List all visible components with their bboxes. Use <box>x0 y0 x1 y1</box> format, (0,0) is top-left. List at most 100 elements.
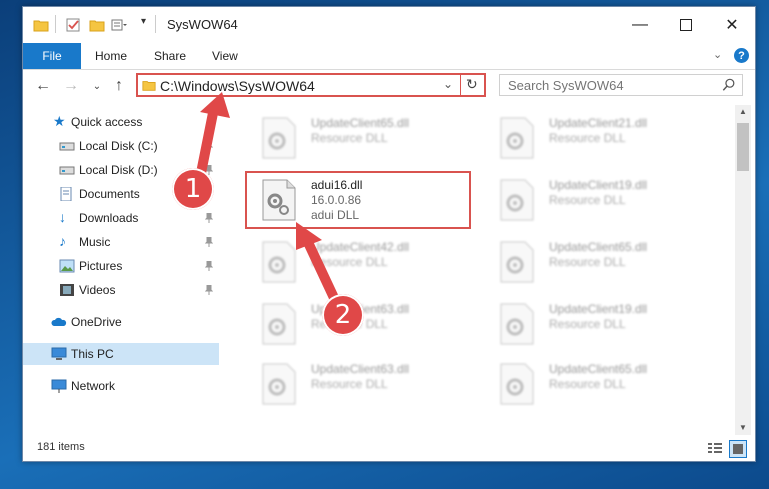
close-icon: ✕ <box>725 17 739 34</box>
tab-view[interactable]: View <box>212 43 238 69</box>
dll-file-icon <box>500 241 534 283</box>
vertical-scrollbar[interactable]: ▲ ▼ <box>735 105 751 435</box>
back-button[interactable]: ← <box>33 76 53 96</box>
sidebar-item-label: Quick access <box>71 115 143 129</box>
minimize-button[interactable]: — <box>617 7 663 43</box>
pin-icon[interactable] <box>205 285 213 295</box>
address-path[interactable]: C:\Windows\SysWOW64 <box>160 78 315 94</box>
file-item[interactable]: UpdateClient21.dll Resource DLL <box>485 111 709 167</box>
up-arrow-icon: ↑ <box>115 77 123 94</box>
sidebar-item-label: Documents <box>79 187 140 201</box>
downloads-icon: ↓ <box>59 209 66 225</box>
chevron-down-icon[interactable]: ▾ <box>141 16 146 27</box>
scroll-up-icon[interactable]: ▲ <box>739 107 747 116</box>
sidebar-item-label: Music <box>79 235 111 249</box>
divider <box>155 15 156 33</box>
chevron-down-icon: ⌄ <box>92 80 102 92</box>
status-bar: 181 items <box>23 435 755 461</box>
file-item[interactable]: UpdateClient65.dll Resource DLL <box>247 111 471 167</box>
this-pc-icon <box>51 347 67 360</box>
scroll-down-icon[interactable]: ▼ <box>739 423 747 432</box>
highlight-box <box>245 171 471 229</box>
recent-locations-button[interactable]: ⌄ <box>87 76 107 96</box>
forward-arrow-icon: → <box>63 77 79 94</box>
ribbon-tabs: File Home Share View ⌄ ? <box>23 43 755 70</box>
new-folder-icon[interactable] <box>89 17 105 33</box>
tab-home[interactable]: Home <box>95 43 127 69</box>
file-item[interactable]: UpdateClient19.dll Resource DLL <box>485 297 709 353</box>
search-input[interactable] <box>506 77 710 94</box>
tab-file[interactable]: File <box>23 43 81 69</box>
star-icon: ★ <box>53 113 66 129</box>
sidebar-item-network[interactable]: Network <box>23 375 219 397</box>
file-type: Resource DLL <box>549 193 626 207</box>
folder-icon <box>142 81 156 91</box>
file-item[interactable]: UpdateClient65.dll Resource DLL <box>485 235 709 291</box>
customize-icon[interactable] <box>111 17 127 33</box>
up-button[interactable]: ↑ <box>109 76 129 96</box>
sidebar-item-local-disk-c[interactable]: Local Disk (C:) <box>23 135 219 157</box>
sidebar-item-this-pc[interactable]: This PC <box>23 343 219 365</box>
details-view-icon[interactable] <box>707 441 723 455</box>
minimize-icon: — <box>632 16 648 33</box>
file-name: UpdateClient65.dll <box>549 362 648 376</box>
callout-2: 2 <box>322 294 364 336</box>
divider <box>55 15 56 33</box>
file-name: UpdateClient19.dll <box>549 302 648 316</box>
sidebar-item-label: Local Disk (D:) <box>79 163 158 177</box>
sidebar-item-music[interactable]: ♪ Music <box>23 231 219 253</box>
navigation-bar: ← → ⌄ ↑ C:\Windows\SysWOW64 ⌄ ↻ <box>23 70 755 102</box>
expand-ribbon-icon[interactable]: ⌄ <box>713 48 722 61</box>
dll-file-icon <box>262 303 296 345</box>
file-name: UpdateClient42.dll <box>311 240 410 254</box>
sidebar-item-onedrive[interactable]: OneDrive <box>23 311 219 333</box>
navigation-pane: ★ Quick access Local Disk (C:) Local Dis… <box>23 105 219 435</box>
sidebar-item-downloads[interactable]: ↓ Downloads <box>23 207 219 229</box>
sidebar-item-pictures[interactable]: Pictures <box>23 255 219 277</box>
file-type: Resource DLL <box>549 377 626 391</box>
address-dropdown-icon[interactable]: ⌄ <box>443 77 453 91</box>
explorer-window: ▾ SysWOW64 — ✕ File Home Share View ⌄ ? … <box>22 6 756 462</box>
drive-icon <box>59 166 75 175</box>
sidebar-item-label: This PC <box>71 347 114 361</box>
file-type: Resource DLL <box>311 131 388 145</box>
file-name: UpdateClient21.dll <box>549 116 648 130</box>
large-icons-view-icon[interactable] <box>729 440 747 458</box>
item-count: 181 items <box>37 441 85 453</box>
sidebar-item-videos[interactable]: Videos <box>23 279 219 301</box>
sidebar-item-quick-access[interactable]: ★ Quick access <box>23 111 219 133</box>
pin-icon[interactable] <box>205 237 213 247</box>
file-item[interactable]: UpdateClient65.dll Resource DLL <box>485 357 709 413</box>
tab-share[interactable]: Share <box>154 43 186 69</box>
scrollbar-thumb[interactable] <box>737 123 749 171</box>
file-type: Resource DLL <box>549 131 626 145</box>
folder-icon[interactable] <box>33 17 49 33</box>
window-title: SysWOW64 <box>167 17 238 32</box>
title-bar: ▾ SysWOW64 — ✕ <box>23 7 755 43</box>
forward-button[interactable]: → <box>61 76 81 96</box>
file-item[interactable]: UpdateClient42.dll Resource DLL <box>247 235 471 291</box>
file-name: UpdateClient63.dll <box>311 362 410 376</box>
dll-file-icon <box>500 303 534 345</box>
file-type: Resource DLL <box>549 317 626 331</box>
help-icon[interactable]: ? <box>734 48 749 63</box>
search-box[interactable] <box>499 74 743 96</box>
dll-file-icon <box>262 241 296 283</box>
pin-icon[interactable] <box>205 141 213 151</box>
address-bar[interactable]: C:\Windows\SysWOW64 ⌄ ↻ <box>136 73 486 97</box>
dll-file-icon <box>262 117 296 159</box>
sidebar-item-label: Pictures <box>79 259 123 273</box>
refresh-icon[interactable]: ↻ <box>466 76 478 93</box>
pin-icon[interactable] <box>205 213 213 223</box>
file-item[interactable]: UpdateClient63.dll Resource DLL <box>247 357 471 413</box>
properties-icon[interactable] <box>65 17 81 33</box>
file-name: UpdateClient65.dll <box>311 116 410 130</box>
file-name: UpdateClient65.dll <box>549 240 648 254</box>
file-item[interactable]: UpdateClient19.dll Resource DLL <box>485 173 709 229</box>
close-button[interactable]: ✕ <box>709 7 755 43</box>
maximize-button[interactable] <box>663 7 709 43</box>
pin-icon[interactable] <box>205 261 213 271</box>
search-icon[interactable] <box>722 78 736 92</box>
file-type: Resource DLL <box>311 377 388 391</box>
network-icon <box>51 379 67 393</box>
